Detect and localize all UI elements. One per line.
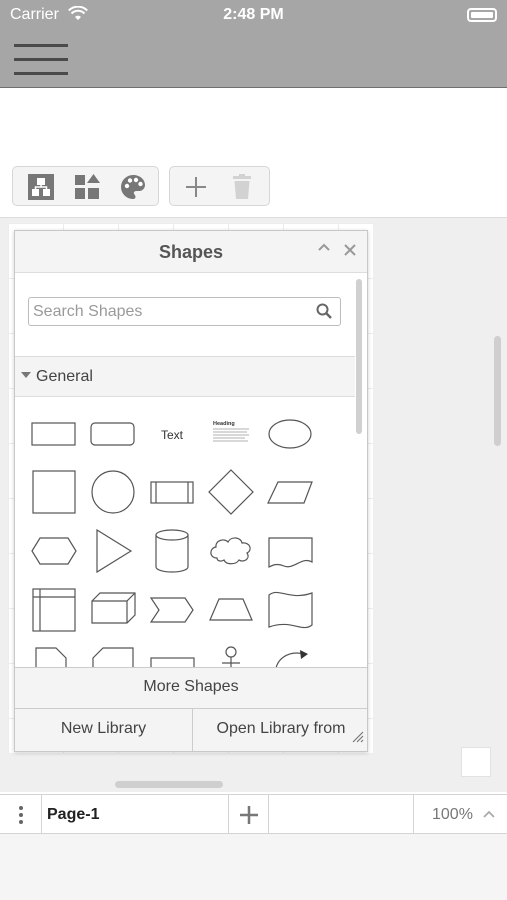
search-input[interactable] [28,297,341,326]
battery-icon [467,8,497,22]
document-shape[interactable] [264,526,316,576]
search-icon[interactable] [316,303,332,324]
page-tab[interactable]: Page-1 [42,795,229,834]
callout-shape[interactable] [146,644,198,667]
parallelogram-shape[interactable] [264,467,316,517]
edit-toolbar [169,166,270,206]
chevron-up-icon [483,795,495,834]
internal-storage-shape[interactable] [28,585,80,635]
textbox-shape[interactable]: Heading [205,408,257,458]
ellipse-shape[interactable] [264,408,316,458]
new-library-button[interactable]: New Library [15,709,193,751]
circle-shape[interactable] [87,467,139,517]
search-area [15,273,355,357]
zoom-control[interactable]: 100% [413,795,507,834]
status-time: 2:48 PM [223,6,284,23]
close-icon[interactable] [343,237,357,263]
cloud-shape[interactable] [205,526,257,576]
add-page-icon[interactable] [229,795,269,834]
bottom-safe-area [0,834,507,900]
format-panel-icon[interactable] [25,171,57,203]
app-header [0,30,507,88]
zoom-value: 100% [432,806,473,823]
style-palette-icon[interactable] [117,171,149,203]
square-shape[interactable] [28,467,80,517]
delete-icon[interactable] [226,171,258,203]
cube-shape[interactable] [87,585,139,635]
rectangle-shape[interactable] [28,408,80,458]
svg-text:Heading: Heading [213,421,235,427]
more-shapes-button[interactable]: More Shapes [15,667,367,708]
shapes-panel-icon[interactable] [71,171,103,203]
panel-title: Shapes [158,242,224,262]
shapes-panel: Shapes General Text Heading [14,230,368,752]
add-icon[interactable] [180,171,212,203]
canvas-corner [461,747,491,777]
more-options-icon[interactable] [0,795,42,834]
svg-text:Text: Text [161,428,184,442]
process-shape[interactable] [146,467,198,517]
page-bar: Page-1 100% [0,794,507,834]
diamond-shape[interactable] [205,467,257,517]
trapezoid-shape[interactable] [205,585,257,635]
shapes-grid: Text Heading [15,397,355,667]
collapse-icon[interactable] [317,239,331,256]
section-label: General [36,368,93,385]
rounded-rectangle-shape[interactable] [87,408,139,458]
cylinder-shape[interactable] [146,526,198,576]
step-shape[interactable] [146,585,198,635]
curved-arrow-shape[interactable] [264,644,316,667]
status-bar: Carrier 2:48 PM [0,0,507,30]
vertical-scrollbar[interactable] [494,336,501,446]
open-library-button[interactable]: Open Library from [193,709,367,751]
expand-arrow-icon [21,372,31,378]
panel-scrollbar[interactable] [356,279,362,434]
resize-grip-icon[interactable] [352,730,364,748]
shapes-panel-header[interactable]: Shapes [15,231,367,273]
view-toolbar [12,166,159,206]
tape-shape[interactable] [264,585,316,635]
text-shape[interactable]: Text [146,408,198,458]
hexagon-shape[interactable] [28,526,80,576]
actor-shape[interactable] [205,644,257,667]
section-general[interactable]: General [15,357,355,397]
library-actions: New Library Open Library from [15,708,367,751]
card-shape[interactable] [87,644,139,667]
horizontal-scrollbar[interactable] [115,781,223,788]
hamburger-menu-icon[interactable] [14,38,70,78]
triangle-shape[interactable] [87,526,139,576]
note-shape[interactable] [28,644,80,667]
